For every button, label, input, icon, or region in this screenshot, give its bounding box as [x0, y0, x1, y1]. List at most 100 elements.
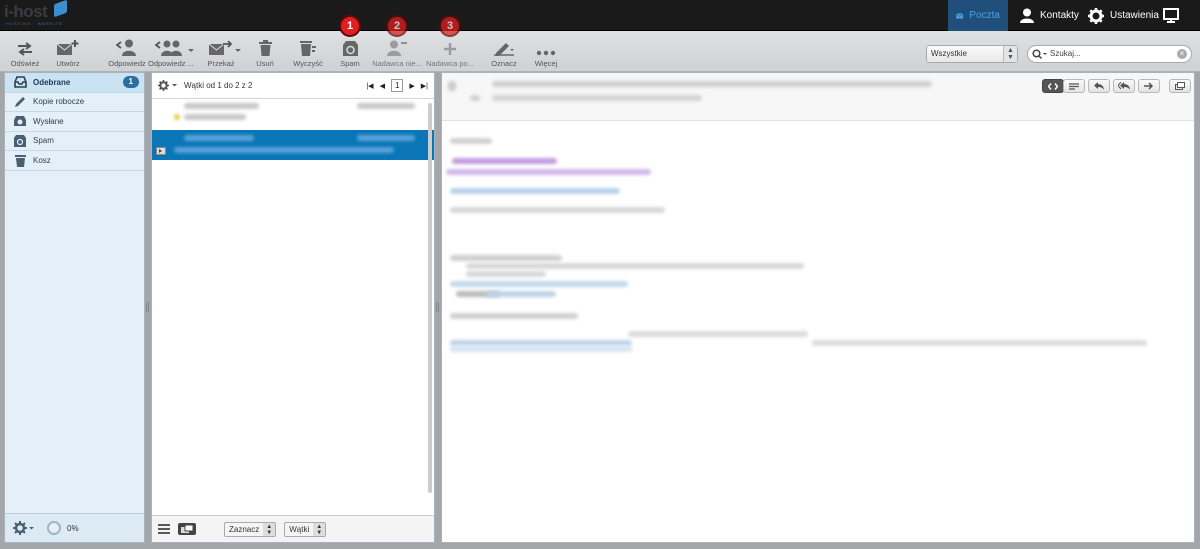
redacted-text: [628, 331, 808, 337]
message-row-selected[interactable]: [152, 130, 434, 160]
more-button[interactable]: Więcej: [530, 34, 562, 70]
filter-select[interactable]: Wszystkie ▲ ▼: [926, 45, 1018, 63]
logo: i-host HOSTING · WEBSITE: [4, 0, 74, 28]
chevron-down-icon[interactable]: [234, 46, 242, 54]
nav-poczta[interactable]: Poczta: [948, 0, 1008, 31]
person-icon: [1020, 8, 1034, 23]
avatar: [448, 81, 456, 91]
chevron-updown-icon: ▲ ▼: [263, 522, 276, 536]
scrollbar[interactable]: [428, 103, 432, 493]
redacted-link: [450, 346, 632, 352]
clear-icon: [299, 41, 316, 56]
sent-icon: [14, 116, 26, 127]
spam-label: Spam: [340, 59, 360, 68]
list-footer: Zaznacz ▲ ▼ Wątki ▲ ▼: [152, 515, 434, 542]
redacted-text: [466, 271, 546, 277]
nav-ustawienia[interactable]: Ustawienia: [1080, 0, 1167, 31]
forward-label: Przekaż: [207, 59, 235, 68]
allow-sender-button[interactable]: 3 Nadawca po...: [426, 15, 474, 70]
filter-value: Wszystkie: [931, 49, 967, 58]
folders-splitter[interactable]: [146, 302, 149, 312]
chevron-down-icon[interactable]: [187, 46, 195, 54]
clear-button[interactable]: Wyczyść: [290, 34, 326, 70]
nav-kontakty[interactable]: Kontakty: [1012, 0, 1087, 31]
nav-label-kontakty: Kontakty: [1040, 10, 1079, 21]
folder-spam[interactable]: Spam: [5, 132, 144, 151]
thread-toggle-icon[interactable]: [156, 147, 166, 155]
list-view-icon[interactable]: [158, 524, 170, 534]
list-splitter[interactable]: [436, 302, 439, 312]
compose-label: Utwórz: [56, 59, 80, 68]
page-number[interactable]: 1: [390, 79, 404, 92]
gear-icon[interactable]: [158, 80, 178, 91]
folder-sent[interactable]: Wysłane: [5, 112, 144, 132]
forward-icon: [1144, 82, 1154, 90]
delete-label: Usuń: [256, 59, 274, 68]
refresh-label: Odśwież: [10, 59, 40, 68]
redacted-text: [450, 313, 578, 319]
text-icon: [1069, 82, 1079, 90]
chevron-updown-icon: ▲ ▼: [1003, 46, 1017, 62]
clear-search-icon[interactable]: ×: [1177, 49, 1187, 59]
reply-all-icon: [155, 40, 182, 56]
redacted-subject: [184, 114, 246, 120]
forward-button-small[interactable]: [1138, 79, 1160, 93]
block-sender-button[interactable]: 2 Nadawca nie...: [372, 15, 422, 70]
message-list: Wątki od 1 do 2 z 2 |◀ ◀ 1 ▶ ▶| Zaznacz …: [151, 72, 435, 543]
redacted-date: [357, 135, 415, 141]
redacted-link: [452, 158, 557, 164]
toolbar: Odśwież Utwórz Odpowiedz Odpowiedz ... P…: [0, 15, 1200, 72]
html-view-button[interactable]: [1042, 79, 1064, 93]
search-box[interactable]: Szukaj... ×: [1027, 45, 1192, 63]
reply-all-icon: [1118, 82, 1130, 90]
next-page-icon[interactable]: ▶: [409, 82, 414, 90]
spam-button[interactable]: 1 Spam: [334, 15, 366, 70]
text-view-button[interactable]: [1063, 79, 1085, 93]
reply-button-small[interactable]: [1088, 79, 1110, 93]
first-page-icon[interactable]: |◀: [366, 82, 373, 90]
trash-icon: [258, 40, 272, 56]
new-window-icon: [1175, 82, 1185, 90]
code-icon: [1048, 82, 1058, 90]
inbox-icon: [13, 76, 27, 89]
monitor-button[interactable]: [1155, 0, 1187, 31]
pagination: |◀ ◀ 1 ▶ ▶|: [366, 79, 428, 92]
reply-label: Odpowiedz: [108, 59, 146, 68]
message-row[interactable]: [152, 99, 434, 125]
folder-list: Odebrane 1 Kopie robocze Wysłane Spam Ko…: [4, 72, 145, 543]
refresh-button[interactable]: Odśwież: [6, 34, 44, 70]
delete-button[interactable]: Usuń: [250, 34, 280, 70]
redacted-text: [450, 138, 492, 144]
last-page-icon[interactable]: ▶|: [421, 82, 428, 90]
reply-button[interactable]: Odpowiedz: [108, 34, 146, 70]
clear-label: Wyczyść: [293, 59, 323, 68]
flag-icon: [174, 114, 180, 120]
redacted-text: [812, 340, 1147, 346]
thread-view-icon[interactable]: [178, 523, 196, 535]
redacted-link: [446, 169, 651, 175]
prev-page-icon[interactable]: ◀: [380, 82, 385, 90]
reply-all-button[interactable]: Odpowiedz ...: [148, 34, 194, 70]
mark-label: Oznacz: [491, 59, 517, 68]
search-input[interactable]: Szukaj...: [1050, 46, 1081, 62]
quota-value: 0%: [67, 523, 79, 533]
folder-drafts[interactable]: Kopie robocze: [5, 93, 144, 112]
gear-icon[interactable]: [13, 521, 35, 535]
allow-sender-label: Nadawca po...: [426, 59, 474, 68]
nav-label-poczta: Poczta: [969, 10, 1000, 21]
threads-dropdown[interactable]: Wątki ▲ ▼: [284, 521, 327, 537]
open-window-button[interactable]: [1169, 79, 1191, 93]
reply-all-button-small[interactable]: [1113, 79, 1135, 93]
threads-label: Wątki: [289, 524, 310, 534]
folder-inbox[interactable]: Odebrane 1: [5, 73, 144, 93]
select-dropdown[interactable]: Zaznacz ▲ ▼: [224, 521, 277, 537]
compose-button[interactable]: Utwórz: [50, 34, 86, 70]
unread-count-badge: 1: [122, 76, 139, 88]
redacted-text: [466, 263, 804, 269]
folder-trash[interactable]: Kosz: [5, 151, 144, 171]
forward-icon: [209, 41, 233, 55]
mark-button[interactable]: Oznacz: [488, 34, 520, 70]
spam-icon: [342, 41, 358, 56]
forward-button[interactable]: Przekaż: [204, 34, 238, 70]
search-icon[interactable]: [1032, 49, 1048, 59]
